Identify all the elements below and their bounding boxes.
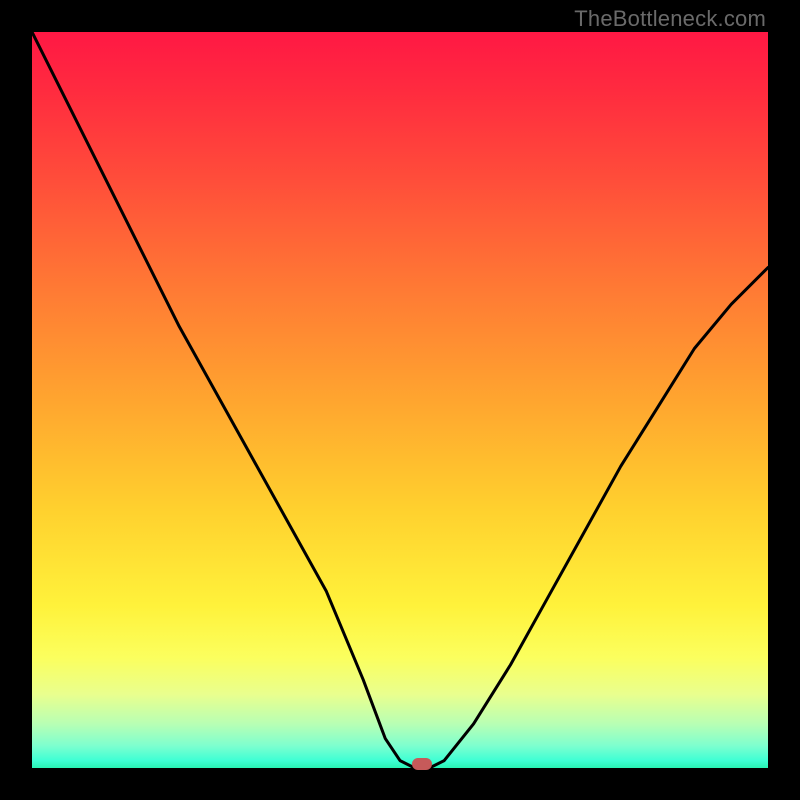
watermark-text: TheBottleneck.com <box>574 6 766 32</box>
plot-area <box>32 32 768 768</box>
bottleneck-curve <box>32 32 768 768</box>
optimal-point-marker <box>412 758 432 770</box>
chart-frame: TheBottleneck.com <box>0 0 800 800</box>
